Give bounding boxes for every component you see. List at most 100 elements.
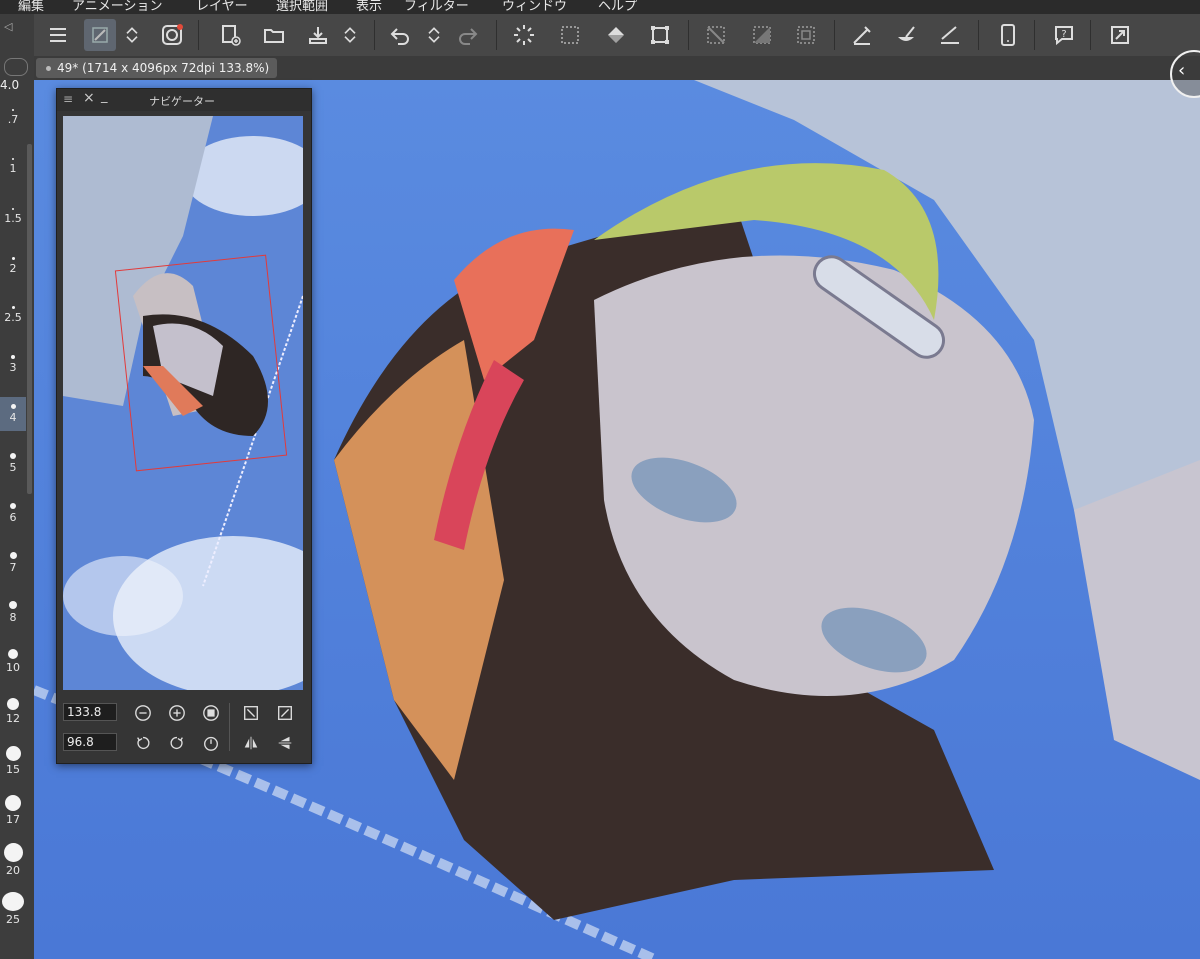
brush-size-dot-icon xyxy=(5,745,21,761)
select-all-icon[interactable] xyxy=(554,19,586,51)
brush-size-dot-icon xyxy=(5,794,21,811)
redo-icon[interactable] xyxy=(452,19,484,51)
zoom-out-icon[interactable] xyxy=(133,703,153,723)
menu-layer[interactable]: レイヤー xyxy=(196,0,248,14)
brush-size-item[interactable]: 1.5 xyxy=(0,199,26,233)
brush-size-item[interactable]: 8 xyxy=(0,595,26,629)
brush-size-item[interactable]: .7 xyxy=(0,100,26,134)
brush-size-label: 3 xyxy=(9,361,17,374)
help-icon[interactable]: ? xyxy=(1048,19,1080,51)
document-tab-label: 49* (1714 x 4096px 72dpi 133.8%) xyxy=(57,61,270,75)
new-canvas-icon[interactable] xyxy=(214,19,246,51)
brush-size-palette: ◁ 4.0 .7 1 1.5 2 2.5 3 4 5 6 7 8 10 12 15 17 20 25 xyxy=(0,14,35,959)
brush-size-item[interactable]: 7 xyxy=(0,546,26,580)
menu-window[interactable]: ウィンドウ xyxy=(502,0,567,14)
brush-size-current: 4.0 xyxy=(0,78,20,92)
minimize-icon[interactable]: _ xyxy=(101,89,108,104)
smartphone-icon[interactable] xyxy=(992,19,1024,51)
pen-icon[interactable] xyxy=(846,19,878,51)
navigator-preview[interactable] xyxy=(63,116,303,690)
brush-size-dot-icon xyxy=(11,355,15,359)
brush-size-dot-icon xyxy=(12,158,14,160)
actual-size-icon[interactable] xyxy=(201,703,221,723)
brush-size-label: 20 xyxy=(6,863,20,877)
zoom-value: 133.8 xyxy=(67,705,102,719)
invert-selection-icon[interactable] xyxy=(746,19,778,51)
document-tab[interactable]: 49* (1714 x 4096px 72dpi 133.8%) xyxy=(36,58,278,78)
brush-size-label: 6 xyxy=(9,510,17,524)
selection-border-icon[interactable] xyxy=(790,19,822,51)
loading-spinner-icon[interactable] xyxy=(508,19,540,51)
transform-icon[interactable] xyxy=(644,19,676,51)
rotation-field[interactable]: 96.8 xyxy=(63,733,117,751)
collapse-icon[interactable]: ◁ xyxy=(4,20,26,34)
brush-icon[interactable] xyxy=(890,19,922,51)
brush-size-dot-icon xyxy=(7,697,19,710)
brush-size-label: 1.5 xyxy=(4,211,22,225)
brush-size-item[interactable]: 2.5 xyxy=(0,298,26,332)
fill-bucket-icon[interactable] xyxy=(600,19,632,51)
brush-size-dot-icon xyxy=(10,404,16,409)
navigator-panel: ≡ × _ ナビゲーター 133.8 96.8 xyxy=(56,88,312,764)
brush-size-item[interactable]: 5 xyxy=(0,447,26,481)
navigator-controls: 133.8 96.8 xyxy=(63,697,305,759)
menu-bar: 編集 アニメーション レイヤー 選択範囲 表示 フィルター ウィンドウ ヘルプ xyxy=(0,0,1200,14)
brush-size-item[interactable]: 10 xyxy=(0,645,26,679)
rotate-left-icon[interactable] xyxy=(133,733,153,753)
brush-size-dot-icon xyxy=(9,551,17,559)
menu-icon[interactable] xyxy=(42,19,74,51)
menu-edit[interactable]: 編集 xyxy=(18,0,44,14)
ruler-pen-icon[interactable] xyxy=(934,19,966,51)
zoom-field[interactable]: 133.8 xyxy=(63,703,117,721)
fit-width-icon[interactable] xyxy=(275,703,295,723)
close-icon[interactable]: × xyxy=(83,90,95,106)
link-icon[interactable] xyxy=(4,58,28,76)
fullscreen-icon[interactable] xyxy=(1104,19,1136,51)
up-down-arrows-icon[interactable] xyxy=(122,19,142,51)
brush-size-item[interactable]: 20 xyxy=(0,842,26,877)
brush-size-label: 1 xyxy=(9,162,17,175)
brush-size-item[interactable]: 3 xyxy=(0,348,26,382)
flip-vertical-icon[interactable] xyxy=(275,733,295,753)
brush-size-item[interactable]: 15 xyxy=(0,744,26,778)
document-tab-bar: 49* (1714 x 4096px 72dpi 133.8%) xyxy=(34,56,1200,80)
brush-size-item[interactable]: 25 xyxy=(0,892,26,926)
save-icon[interactable] xyxy=(302,19,334,51)
command-bar-eraser-icon[interactable] xyxy=(84,19,116,51)
rotation-value: 96.8 xyxy=(67,735,94,749)
clear-selection-icon[interactable] xyxy=(700,19,732,51)
brush-size-item[interactable]: 6 xyxy=(0,496,26,530)
menu-filter[interactable]: フィルター xyxy=(404,0,469,14)
brush-size-item[interactable]: 17 xyxy=(0,793,26,827)
fit-to-window-icon[interactable] xyxy=(241,703,261,723)
flip-horizontal-icon[interactable] xyxy=(241,733,261,753)
up-down-arrows-icon[interactable] xyxy=(424,19,444,51)
menu-selection[interactable]: 選択範囲 xyxy=(276,0,328,14)
reset-rotation-icon[interactable] xyxy=(201,733,221,753)
undo-icon[interactable] xyxy=(384,19,416,51)
brush-size-item[interactable]: 4 xyxy=(0,397,26,431)
open-folder-icon[interactable] xyxy=(258,19,290,51)
brush-size-label: 5 xyxy=(9,461,17,474)
rotate-right-icon[interactable] xyxy=(167,733,187,753)
brush-size-item[interactable]: 1 xyxy=(0,150,26,184)
zoom-in-icon[interactable] xyxy=(167,703,187,723)
up-down-arrows-icon[interactable] xyxy=(340,19,360,51)
brush-size-label: 7 xyxy=(9,560,17,574)
brush-size-item[interactable]: 12 xyxy=(0,694,26,728)
brush-size-dot-icon xyxy=(10,502,16,509)
navigator-title: ナビゲーター xyxy=(149,95,215,108)
scrollbar[interactable] xyxy=(27,144,32,494)
menu-animation[interactable]: アニメーション xyxy=(72,0,162,14)
brush-size-label: 12 xyxy=(6,711,20,725)
brush-size-item[interactable]: 2 xyxy=(0,249,26,283)
panel-menu-icon[interactable]: ≡ xyxy=(63,92,73,106)
navigator-view-frame[interactable] xyxy=(114,254,288,472)
clip-studio-icon[interactable] xyxy=(156,19,188,51)
chevron-left-icon: ‹ xyxy=(1178,60,1186,81)
menu-view[interactable]: 表示 xyxy=(356,0,382,14)
brush-size-dot-icon xyxy=(2,892,24,911)
brush-size-label: 8 xyxy=(9,610,17,624)
menu-help[interactable]: ヘルプ xyxy=(598,0,637,14)
brush-size-dot-icon xyxy=(12,108,14,111)
